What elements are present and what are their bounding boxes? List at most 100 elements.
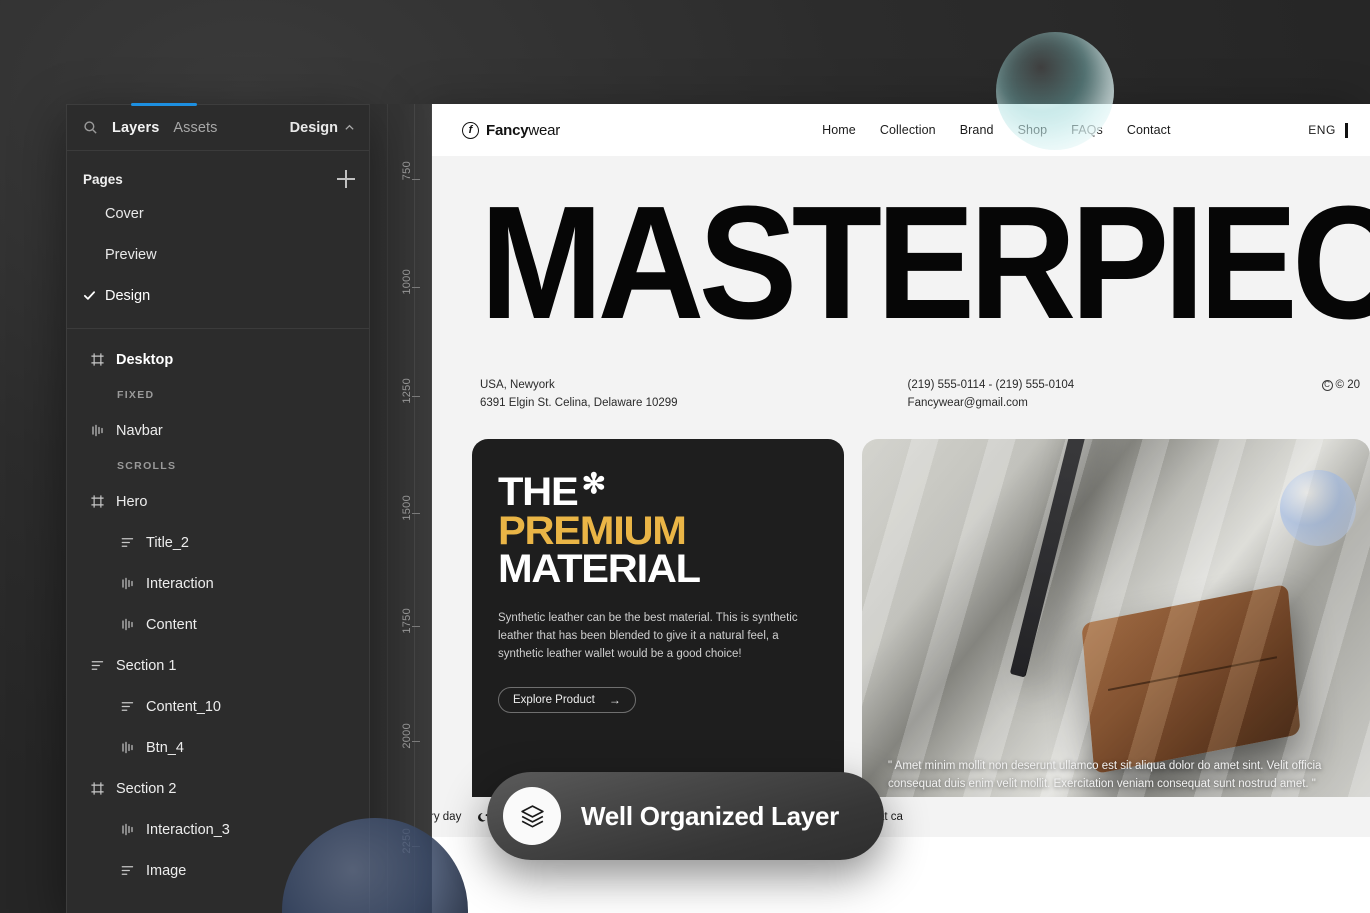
component-icon	[121, 577, 133, 590]
component-icon	[119, 617, 135, 633]
phone-numbers[interactable]: (219) 555-0114 - (219) 555-0104	[908, 376, 1075, 395]
nav-link-shop[interactable]: Shop	[1018, 123, 1048, 137]
ruler-tick-mark	[412, 513, 420, 514]
ruler-tick: 1500	[370, 495, 431, 521]
layer-item-label: Desktop	[116, 351, 174, 368]
ruler-tick: 1250	[370, 378, 431, 404]
promo-title-line-2: PREMIUM	[498, 508, 687, 553]
nav-link-collection[interactable]: Collection	[880, 123, 936, 137]
plus-icon[interactable]	[337, 170, 355, 188]
text-icon	[89, 658, 105, 674]
ruler-tick-label: 1500	[401, 495, 413, 521]
page-item-label: Preview	[105, 246, 157, 263]
hero-meta-row: USA, Newyork 6391 Elgin St. Celina, Dela…	[430, 320, 1370, 440]
address-line-2: 6391 Elgin St. Celina, Delaware 10299	[480, 397, 678, 410]
layer-item-section-2[interactable]: Section 2	[67, 768, 369, 809]
ruler-tick-mark	[412, 626, 420, 627]
layer-item-label: Interaction_3	[146, 821, 230, 838]
page-item-design[interactable]: Design	[67, 275, 369, 316]
hero-cards-row: THE ✻ PREMIUM MATERIAL Synthetic leather …	[430, 439, 1370, 815]
layer-item-content[interactable]: Content	[67, 604, 369, 645]
page-item-cover[interactable]: Cover	[67, 193, 369, 234]
explore-product-label: Explore Product	[513, 694, 595, 707]
hero-contact-block: (219) 555-0114 - (219) 555-0104 Fancywea…	[908, 376, 1075, 414]
frame-icon	[90, 353, 104, 366]
layer-item-image[interactable]: Image	[67, 850, 369, 891]
promo-title-line-1: THE ✻	[498, 468, 827, 515]
ruler-tick-mark	[412, 396, 420, 397]
tab-layers[interactable]: Layers	[112, 120, 159, 136]
nav-link-contact[interactable]: Contact	[1127, 123, 1171, 137]
check-icon	[83, 289, 105, 302]
hero-copyright: C © 20	[1321, 376, 1360, 395]
chevron-up-icon[interactable]	[344, 122, 355, 133]
navbar-language-group[interactable]: ENG	[1308, 122, 1370, 138]
page-item-preview[interactable]: Preview	[67, 234, 369, 275]
text-icon	[121, 538, 133, 547]
nav-link-home[interactable]: Home	[822, 123, 856, 137]
product-photo-card[interactable]: " Amet minim mollit non deserunt ullamco…	[862, 439, 1370, 815]
asterisk-icon: ✻	[581, 468, 606, 500]
layer-item-navbar[interactable]: Navbar	[67, 410, 369, 451]
language-selector[interactable]: ENG	[1308, 123, 1336, 137]
pages-section: Pages Cover Preview Design	[67, 151, 369, 329]
ruler-tick: 1750	[370, 608, 431, 634]
figma-layers-panel[interactable]: Layers Assets Design Pages Cover Preview D…	[66, 103, 370, 913]
layer-item-label: Image	[146, 862, 187, 879]
layer-item-label: Content_10	[146, 698, 221, 715]
layer-item-content-10[interactable]: Content_10	[67, 686, 369, 727]
layer-item-btn-4[interactable]: Btn_4	[67, 727, 369, 768]
hero-address-block: USA, Newyork 6391 Elgin St. Celina, Dela…	[480, 376, 678, 414]
layer-item-desktop[interactable]: Desktop	[67, 339, 369, 380]
promo-card-body: Synthetic leather can be the best materi…	[498, 611, 798, 660]
ruler-tick-label: 2250	[401, 828, 413, 854]
layer-item-label: Section 1	[116, 657, 177, 674]
page-item-label: Cover	[105, 205, 144, 222]
pages-list[interactable]: Cover Preview Design	[67, 193, 369, 316]
nav-link-faqs[interactable]: FAQs	[1071, 123, 1103, 137]
search-icon[interactable]	[83, 120, 98, 135]
email-address[interactable]: Fancywear@gmail.com	[908, 394, 1075, 413]
ruler-guide-line-right	[414, 104, 415, 913]
layer-item-label: Title_2	[146, 534, 189, 551]
promo-card[interactable]: THE ✻ PREMIUM MATERIAL Synthetic leather …	[472, 439, 844, 815]
frame-icon	[90, 495, 104, 508]
component-icon	[91, 424, 103, 437]
component-icon	[119, 576, 135, 592]
frame-icon	[89, 352, 105, 368]
component-icon	[121, 741, 133, 754]
ruler-tick-mark	[412, 741, 420, 742]
layer-group-label: FIXED	[117, 389, 155, 401]
text-icon	[119, 699, 135, 715]
layer-item-interaction[interactable]: Interaction	[67, 563, 369, 604]
ruler-tick-label: 1750	[401, 608, 413, 634]
nav-link-brand[interactable]: Brand	[960, 123, 994, 137]
menu-bar-icon[interactable]	[1345, 122, 1348, 138]
layer-item-hero[interactable]: Hero	[67, 481, 369, 522]
design-tab-label: Design	[289, 119, 338, 136]
text-icon	[119, 535, 135, 551]
component-icon	[121, 823, 133, 836]
brand-logo[interactable]: f Fancywear	[462, 121, 560, 139]
pages-header: Pages	[67, 165, 369, 193]
vertical-ruler[interactable]: 750 1000 1250 1500 1750 2000 2250	[370, 104, 432, 913]
navbar-links[interactable]: Home Collection Brand Shop FAQs Contact	[822, 123, 1171, 137]
brand-wordmark: Fancywear	[486, 122, 560, 139]
layers-tree[interactable]: Desktop FIXED Navbar SCROLLS Hero Title_2 Inte…	[67, 329, 369, 891]
website-navbar: f Fancywear Home Collection Brand Shop FAQs C…	[430, 104, 1370, 156]
frame-icon	[89, 494, 105, 510]
design-tab-control[interactable]: Design	[290, 120, 355, 136]
ruler-tick-label: 2000	[401, 723, 413, 749]
explore-product-button[interactable]: Explore Product →	[498, 687, 636, 714]
layer-item-title-2[interactable]: Title_2	[67, 522, 369, 563]
copyright-icon: C	[1321, 379, 1333, 391]
frame-icon	[90, 782, 104, 795]
layer-item-interaction-3[interactable]: Interaction_3	[67, 809, 369, 850]
text-icon	[119, 863, 135, 879]
promo-title-word: THE	[498, 470, 579, 515]
layer-item-section-1[interactable]: Section 1	[67, 645, 369, 686]
text-icon	[91, 661, 103, 670]
layer-item-label: Interaction	[146, 575, 214, 592]
layer-group-label: SCROLLS	[117, 460, 177, 472]
tab-assets[interactable]: Assets	[173, 120, 217, 136]
